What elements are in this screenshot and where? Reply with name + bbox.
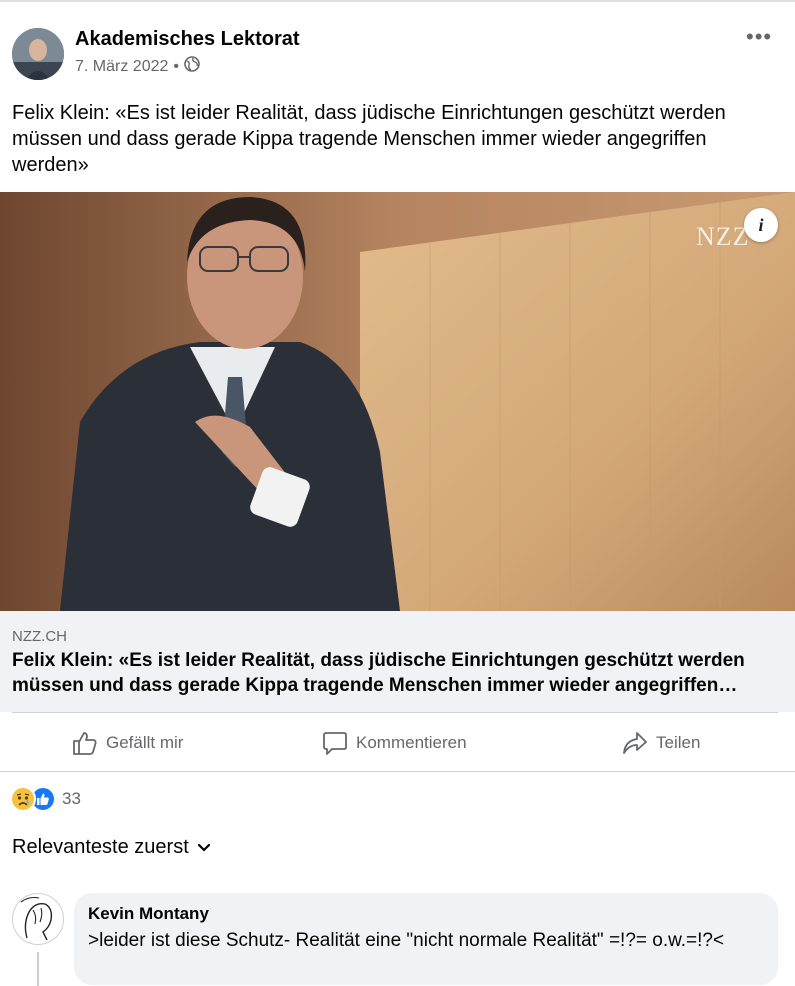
comment-icon xyxy=(322,730,348,756)
sort-label: Relevanteste zuerst xyxy=(12,836,189,858)
comment-label: Kommentieren xyxy=(356,733,467,752)
sad-reaction-icon xyxy=(10,786,36,812)
globe-icon xyxy=(184,56,200,77)
comment-sort-dropdown[interactable]: Relevanteste zuerst xyxy=(12,836,211,859)
post-meta: 7. März 2022 • xyxy=(75,56,200,77)
more-options-icon[interactable]: ••• xyxy=(746,24,772,50)
chevron-down-icon xyxy=(197,836,211,859)
post-author[interactable]: Akademisches Lektorat xyxy=(75,28,300,51)
thread-line xyxy=(37,952,39,986)
reactions-summary[interactable]: 33 xyxy=(10,786,81,812)
like-label: Gefällt mir xyxy=(106,733,184,752)
article-image[interactable] xyxy=(0,192,795,611)
share-icon xyxy=(622,730,648,756)
link-domain: NZZ.CH xyxy=(12,628,67,645)
post-text: Felix Klein: «Es ist leider Realität, da… xyxy=(12,102,726,176)
like-button[interactable]: Gefällt mir xyxy=(72,726,183,760)
meta-separator: • xyxy=(173,57,179,75)
reaction-count: 33 xyxy=(62,789,81,808)
share-label: Teilen xyxy=(656,733,701,752)
thumbs-up-icon xyxy=(72,730,98,756)
action-divider-top xyxy=(12,712,778,713)
nzz-watermark: NZZ xyxy=(696,222,750,251)
action-divider-bottom xyxy=(0,771,795,772)
post-date[interactable]: 7. März 2022 xyxy=(75,58,168,76)
comment-button[interactable]: Kommentieren xyxy=(322,726,467,760)
comment-text: >leider ist diese Schutz- Realität eine … xyxy=(88,930,725,951)
info-icon[interactable]: i xyxy=(744,208,778,242)
link-title[interactable]: Felix Klein: «Es ist leider Realität, da… xyxy=(12,648,772,698)
comment-author[interactable]: Kevin Montany xyxy=(88,904,209,924)
commenter-avatar[interactable] xyxy=(12,893,64,945)
page-avatar[interactable] xyxy=(12,28,64,80)
share-button[interactable]: Teilen xyxy=(622,726,700,760)
top-divider xyxy=(0,0,795,2)
